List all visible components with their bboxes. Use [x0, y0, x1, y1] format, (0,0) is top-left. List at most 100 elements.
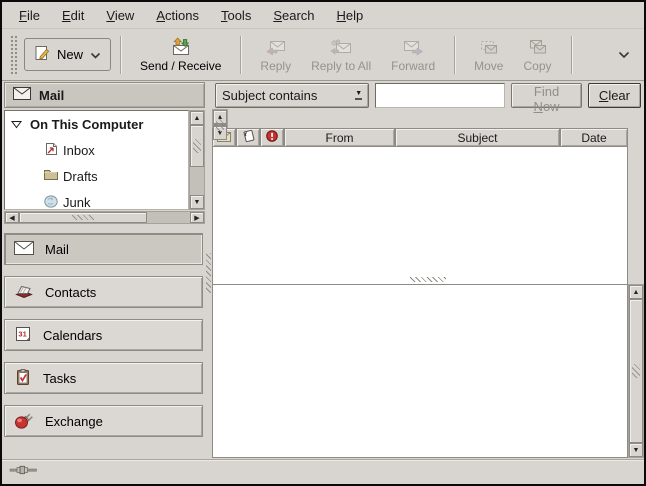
content-area: Mail On This Computer Inbox Drafts	[2, 81, 644, 459]
tree-horizontal-scrollbar[interactable]: ◀ ▶	[4, 211, 205, 224]
inbox-icon	[43, 141, 59, 160]
menu-view[interactable]: View	[95, 2, 145, 28]
tree-node-drafts[interactable]: Drafts	[5, 163, 188, 189]
menu-edit[interactable]: Edit	[51, 2, 95, 28]
folder-icon	[43, 168, 59, 184]
toolbar-overflow-button[interactable]	[618, 46, 630, 64]
switcher-label: Mail	[45, 242, 69, 257]
reply-to-all-button[interactable]: Reply to All	[301, 32, 381, 77]
forward-button[interactable]: Forward	[381, 32, 445, 77]
scroll-left-arrow-icon[interactable]: ◀	[5, 212, 19, 223]
search-input[interactable]	[375, 83, 505, 108]
switcher-mail-button[interactable]: Mail	[4, 233, 203, 265]
tree-node-inbox[interactable]: Inbox	[5, 137, 188, 163]
menu-help[interactable]: Help	[326, 2, 375, 28]
switcher-label: Tasks	[43, 371, 76, 386]
switcher-calendars-button[interactable]: 31 Calendars	[4, 319, 203, 351]
preview-scrollbar[interactable]: ▲ ▼	[628, 284, 644, 458]
copy-icon	[526, 36, 548, 56]
evolution-window: File Edit View Actions Tools Search Help…	[0, 0, 646, 486]
connector-icon[interactable]	[9, 463, 39, 481]
scrollbar-trough[interactable]	[190, 167, 204, 195]
switcher-label: Calendars	[43, 328, 102, 343]
reply-button[interactable]: Reply	[250, 32, 301, 77]
forward-icon	[402, 36, 424, 56]
column-attachment[interactable]	[236, 128, 260, 147]
search-bar: Subject contains ▼ Find Now Clear	[212, 81, 644, 109]
combo-arrow-icon: ▼	[355, 90, 362, 100]
column-date[interactable]: Date	[560, 128, 628, 147]
scroll-down-arrow-icon[interactable]: ▼	[190, 195, 204, 209]
tree-item-label: Inbox	[63, 143, 95, 158]
scroll-right-arrow-icon[interactable]: ▶	[190, 212, 204, 223]
copy-label: Copy	[523, 59, 551, 73]
junk-icon	[43, 194, 59, 211]
tree-node-junk[interactable]: Junk	[5, 189, 188, 210]
chevron-down-icon	[618, 46, 630, 64]
preview-body[interactable]	[212, 284, 628, 458]
switcher-label: Contacts	[45, 285, 96, 300]
sidebar: Mail On This Computer Inbox Drafts	[2, 81, 205, 459]
forward-label: Forward	[391, 59, 435, 73]
preview-pane: ▲ ▼	[212, 284, 644, 458]
tree-vertical-scrollbar[interactable]: ▲ ▼	[189, 110, 205, 210]
scroll-up-arrow-icon[interactable]: ▲	[629, 285, 643, 299]
mail-icon	[14, 241, 34, 258]
toolbar-drag-handle[interactable]	[9, 34, 17, 76]
tree-item-label: Drafts	[63, 169, 98, 184]
contacts-icon	[14, 282, 34, 302]
clear-button[interactable]: Clear	[588, 83, 641, 108]
reply-icon	[265, 36, 287, 56]
sidebar-title: Mail	[39, 88, 64, 103]
reply-label: Reply	[260, 59, 291, 73]
switcher-tasks-button[interactable]: Tasks	[4, 362, 203, 394]
move-button[interactable]: Move	[464, 32, 513, 77]
chevron-down-icon	[90, 47, 101, 62]
new-button[interactable]: New	[24, 38, 111, 71]
toolbar-separator	[120, 36, 121, 74]
search-filter-value: Subject contains	[222, 88, 317, 103]
tree-scrollbar-thumb[interactable]	[19, 212, 147, 223]
search-filter-dropdown[interactable]: Subject contains ▼	[215, 83, 369, 108]
calendar-icon: 31	[14, 325, 32, 346]
column-importance[interactable]	[260, 128, 284, 147]
importance-icon	[266, 130, 278, 145]
message-list-scrollbar[interactable]: ▲ ▼	[212, 109, 228, 128]
switcher-exchange-button[interactable]: Exchange	[4, 405, 203, 437]
sidebar-splitter[interactable]	[205, 81, 212, 459]
menu-search[interactable]: Search	[262, 2, 325, 28]
scroll-up-arrow-icon[interactable]: ▲	[190, 111, 204, 125]
menu-actions[interactable]: Actions	[145, 2, 210, 28]
move-label: Move	[474, 59, 503, 73]
scrollbar-thumb[interactable]	[213, 124, 227, 126]
mail-view: Subject contains ▼ Find Now Clear	[212, 81, 644, 459]
tree-node-on-this-computer[interactable]: On This Computer	[5, 111, 188, 137]
find-now-button[interactable]: Find Now	[511, 83, 582, 108]
move-icon	[478, 36, 500, 56]
switcher-contacts-button[interactable]: Contacts	[4, 276, 203, 308]
expander-triangle-icon[interactable]	[11, 117, 22, 132]
exchange-plug-icon	[14, 411, 34, 432]
sidebar-title-bar: Mail	[4, 82, 205, 108]
preview-pane-splitter[interactable]	[212, 275, 644, 284]
tree-item-label: Junk	[63, 195, 90, 210]
component-switcher: Mail Contacts 31 Calendars Tasks Exchang…	[2, 233, 205, 437]
tree-root-label: On This Computer	[30, 117, 143, 132]
send-receive-button[interactable]: Send / Receive	[130, 32, 231, 77]
scrollbar-trough[interactable]	[147, 212, 190, 223]
svg-text:31: 31	[18, 329, 26, 338]
copy-button[interactable]: Copy	[513, 32, 561, 77]
folder-tree-panel: On This Computer Inbox Drafts Junk	[4, 110, 205, 223]
message-list-pane: From Subject Date ▲ ▼	[212, 109, 644, 275]
message-list-body[interactable]	[212, 147, 628, 294]
scrollbar-thumb[interactable]	[629, 299, 643, 443]
toolbar-separator	[240, 36, 241, 74]
column-subject[interactable]: Subject	[395, 128, 560, 147]
reply-to-all-label: Reply to All	[311, 59, 371, 73]
menu-bar: File Edit View Actions Tools Search Help	[2, 2, 644, 28]
menu-file[interactable]: File	[8, 2, 51, 28]
tree-scrollbar-thumb[interactable]	[190, 125, 204, 167]
column-from[interactable]: From	[284, 128, 395, 147]
menu-tools[interactable]: Tools	[210, 2, 262, 28]
scroll-down-arrow-icon[interactable]: ▼	[629, 443, 643, 457]
